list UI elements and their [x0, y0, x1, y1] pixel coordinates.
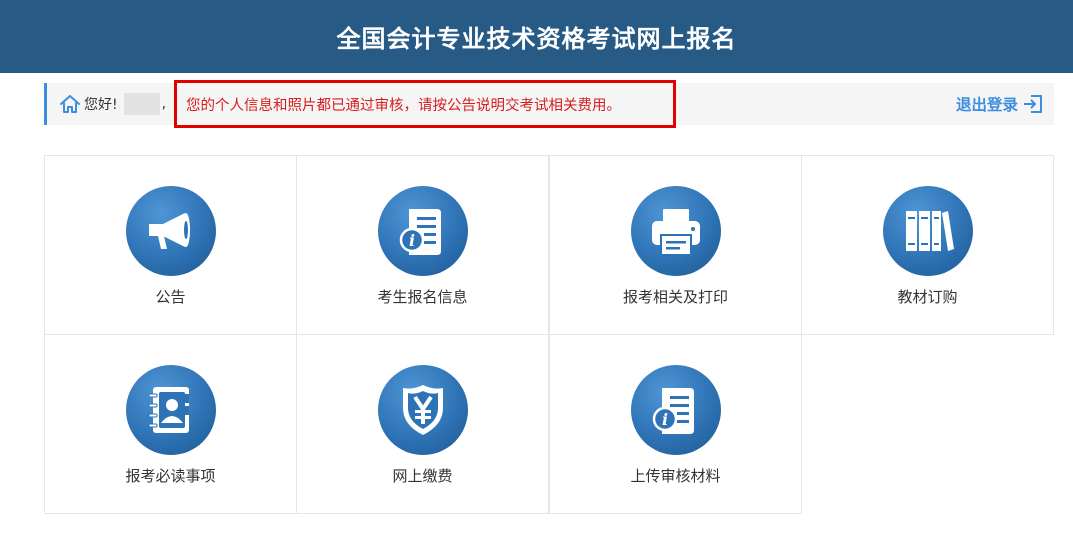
books-icon [883, 186, 973, 276]
notice-box: 您的个人信息和照片都已通过审核，请按公告说明交考试相关费用。 [174, 80, 676, 128]
username-redacted [123, 93, 160, 115]
greeting-comma: , [161, 96, 167, 112]
tile-online-payment[interactable]: 网上缴费 [296, 334, 549, 514]
tile-label: 考生报名信息 [377, 288, 468, 306]
tile-print[interactable]: 报考相关及打印 [549, 155, 802, 335]
printer-icon [631, 186, 721, 276]
page-header: 全国会计专业技术资格考试网上报名 [0, 0, 1073, 73]
yuan-shield-icon [378, 365, 468, 455]
tile-registration-info[interactable]: i 考生报名信息 [296, 155, 549, 335]
greeting-text: 您好! [84, 97, 118, 113]
tile-textbook-order[interactable]: 教材订购 [801, 155, 1054, 335]
tile-label: 报考相关及打印 [622, 288, 728, 306]
tile-label: 报考必读事项 [125, 467, 216, 485]
tile-upload-materials[interactable]: i 上传审核材料 [549, 334, 802, 514]
tile-label: 教材订购 [897, 288, 958, 306]
svg-text:i: i [409, 231, 415, 250]
logout-label: 退出登录 [955, 96, 1018, 114]
tile-announcement[interactable]: 公告 [44, 155, 297, 335]
info-document-icon: i [631, 365, 721, 455]
home-icon[interactable] [59, 93, 81, 115]
info-document-icon: i [378, 186, 468, 276]
notice-text: 您的个人信息和照片都已通过审核，请按公告说明交考试相关费用。 [186, 97, 621, 114]
tile-must-read[interactable]: 报考必读事项 [44, 334, 297, 514]
page-title: 全国会计专业技术资格考试网上报名 [336, 25, 737, 53]
tile-label: 网上缴费 [392, 467, 453, 485]
logout-button[interactable]: 退出登录 [956, 93, 1043, 115]
logout-icon [1023, 95, 1043, 113]
contact-book-icon [126, 365, 216, 455]
svg-text:i: i [662, 410, 668, 429]
megaphone-icon [126, 186, 216, 276]
tile-label: 公告 [155, 288, 186, 306]
tile-label: 上传审核材料 [630, 467, 721, 485]
